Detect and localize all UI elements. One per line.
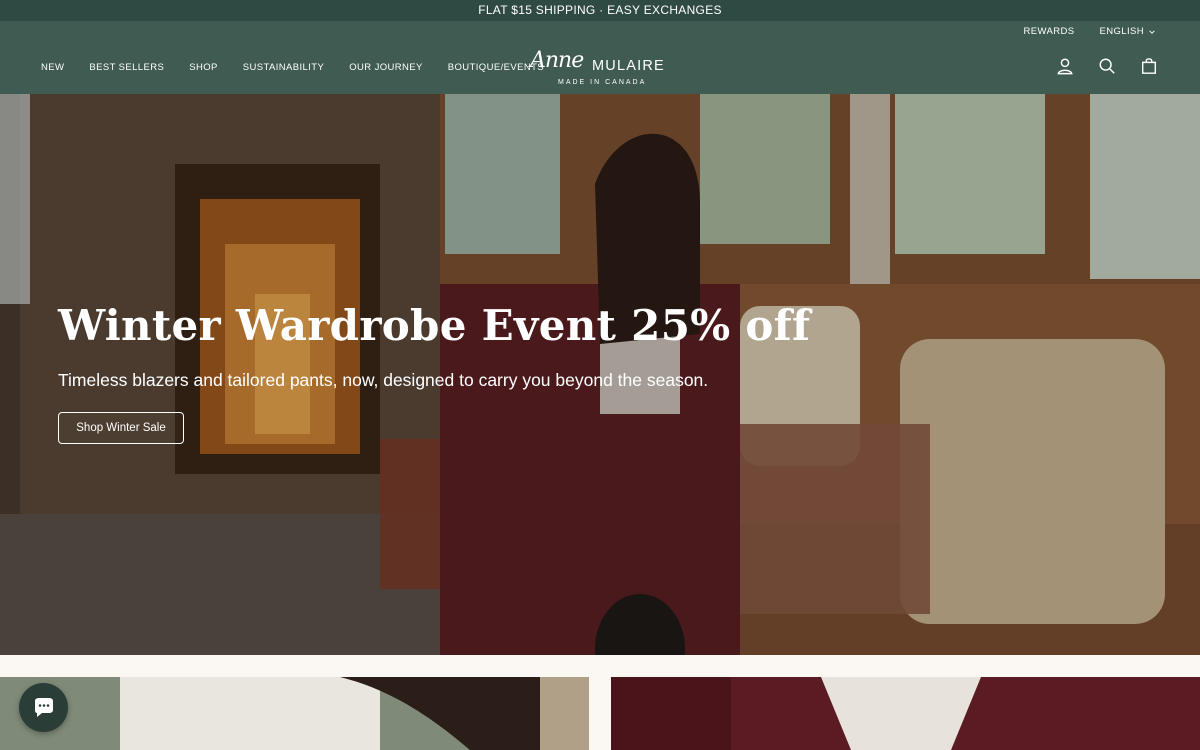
header-icons bbox=[1056, 57, 1158, 75]
logo-wordmark: MULAIRE bbox=[592, 58, 665, 74]
collection-tile-right[interactable] bbox=[611, 677, 1200, 750]
nav-item-shop[interactable]: SHOP bbox=[189, 62, 218, 73]
language-selector[interactable]: ENGLISH bbox=[1099, 26, 1156, 37]
main-nav: NEW BEST SELLERS SHOP SUSTAINABILITY OUR… bbox=[41, 62, 544, 73]
brand-logo[interactable]: Anne MULAIRE MADE IN CANADA bbox=[530, 48, 672, 92]
cart-icon[interactable] bbox=[1140, 57, 1158, 75]
nav-item-new[interactable]: NEW bbox=[41, 62, 64, 73]
section-spacer bbox=[0, 655, 1200, 677]
announcement-text: FLAT $15 SHIPPING · EASY EXCHANGES bbox=[478, 3, 722, 17]
collection-image-left bbox=[0, 677, 589, 750]
shop-winter-sale-button[interactable]: Shop Winter Sale bbox=[58, 412, 184, 444]
nav-item-sustainability[interactable]: SUSTAINABILITY bbox=[243, 62, 324, 73]
chevron-down-icon bbox=[1149, 29, 1155, 34]
nav-item-best-sellers[interactable]: BEST SELLERS bbox=[89, 62, 164, 73]
chat-bubble-icon bbox=[34, 697, 53, 717]
hero-subtitle: Timeless blazers and tailored pants, now… bbox=[58, 370, 709, 390]
language-label: ENGLISH bbox=[1099, 26, 1144, 37]
search-icon[interactable] bbox=[1098, 57, 1116, 75]
collection-tile-left[interactable] bbox=[0, 677, 589, 750]
logo-script: Anne bbox=[530, 48, 584, 73]
rewards-link[interactable]: REWARDS bbox=[1023, 26, 1074, 37]
site-header: REWARDS ENGLISH NEW BEST SELLERS SHOP SU… bbox=[0, 21, 1200, 94]
utility-links: REWARDS ENGLISH bbox=[1023, 26, 1156, 37]
account-icon[interactable] bbox=[1056, 57, 1074, 75]
announcement-bar: FLAT $15 SHIPPING · EASY EXCHANGES bbox=[0, 0, 1200, 21]
hero-banner: Winter Wardrobe Event 25% off Timeless b… bbox=[0, 94, 1200, 655]
hero-title: Winter Wardrobe Event 25% off bbox=[58, 301, 811, 350]
nav-item-our-journey[interactable]: OUR JOURNEY bbox=[349, 62, 423, 73]
collection-image-right bbox=[611, 677, 1200, 750]
logo-tagline: MADE IN CANADA bbox=[558, 79, 647, 86]
chat-launcher[interactable] bbox=[19, 683, 68, 732]
